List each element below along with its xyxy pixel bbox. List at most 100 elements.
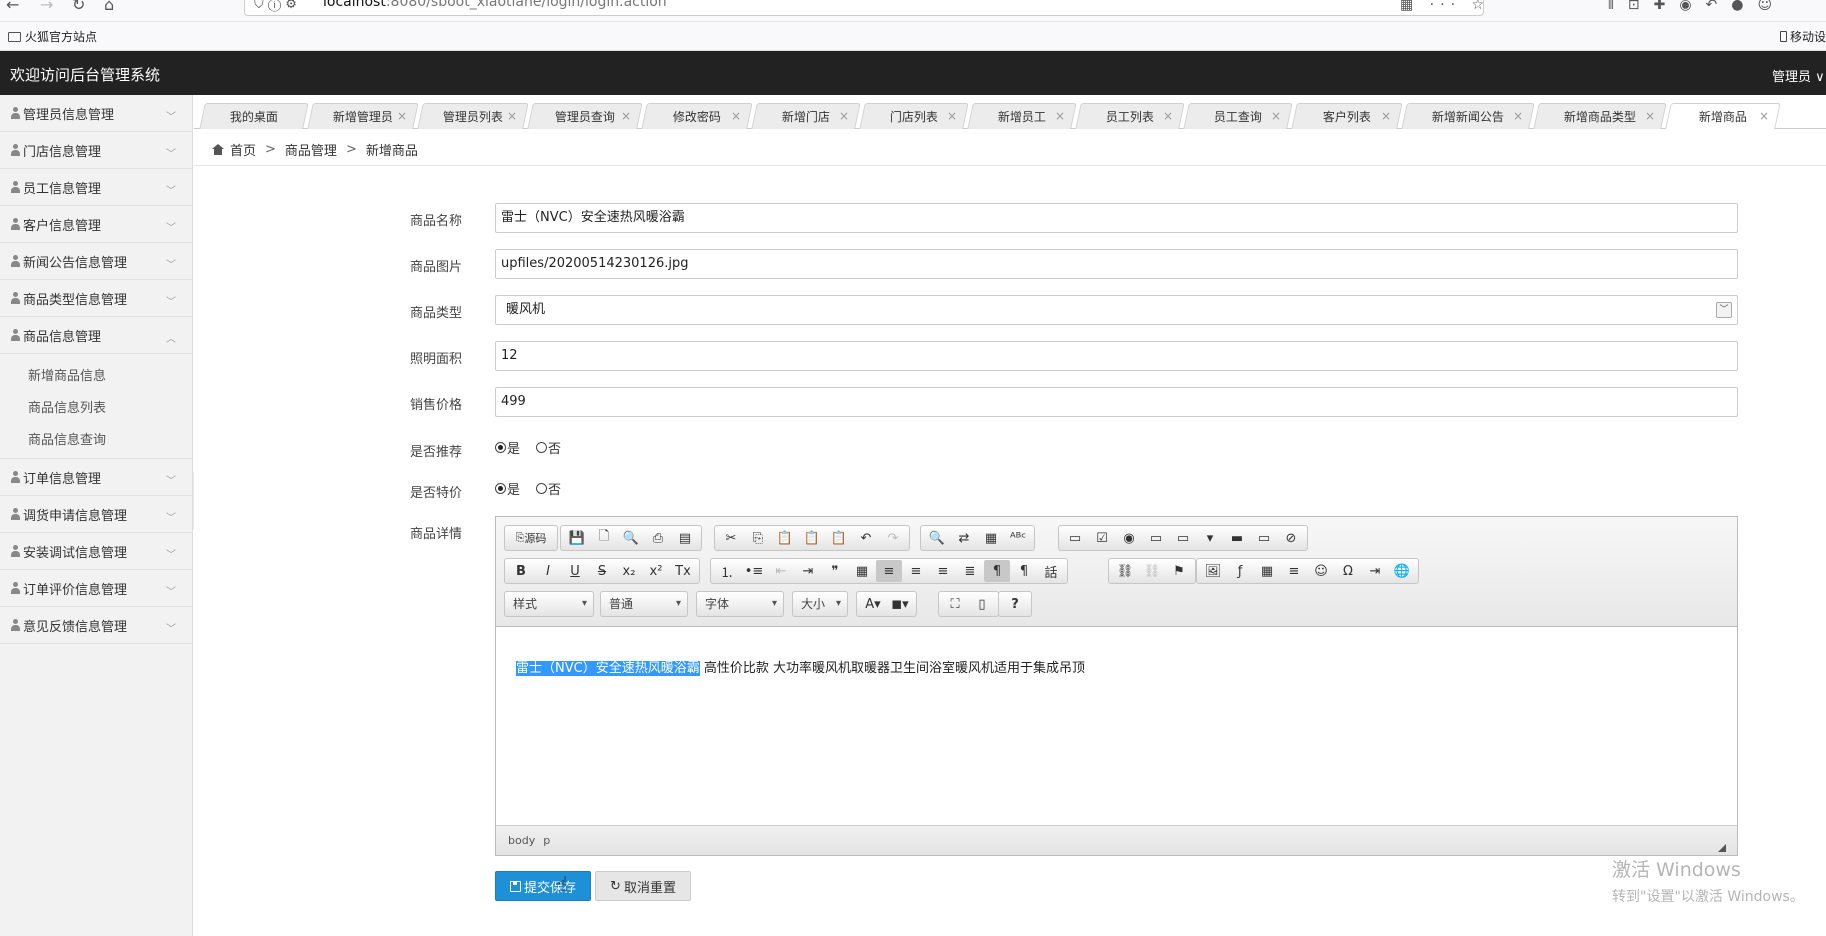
- select-field-icon[interactable]: ▾: [1197, 527, 1223, 549]
- style-combo[interactable]: 样式: [504, 591, 594, 617]
- superscript-icon[interactable]: x²: [643, 560, 669, 582]
- radio-icon[interactable]: ◉: [1116, 527, 1142, 549]
- source-button[interactable]: ⎘ 源码: [508, 527, 554, 549]
- outdent-icon[interactable]: ⇤: [768, 560, 794, 582]
- forward-icon[interactable]: →: [40, 0, 53, 13]
- bg-color-icon[interactable]: ◼▾: [887, 593, 913, 615]
- bold-icon[interactable]: B: [508, 560, 534, 582]
- special-yes-radio[interactable]: 是: [495, 479, 520, 498]
- tab-employee-list[interactable]: 员工列表 ×: [1075, 103, 1185, 129]
- reload-icon[interactable]: ↻: [72, 0, 85, 13]
- bulleted-list-icon[interactable]: •≡: [741, 560, 767, 582]
- close-icon[interactable]: ×: [947, 109, 957, 123]
- element-path-p[interactable]: p: [543, 834, 550, 847]
- anchor-icon[interactable]: ⚑: [1166, 560, 1192, 582]
- site-info-icon[interactable]: ⛉ ⓘ ⚙: [254, 0, 297, 11]
- tab-admin-list[interactable]: 管理员列表 ×: [417, 103, 529, 129]
- cut-icon[interactable]: ✂: [718, 527, 744, 549]
- product-image-input[interactable]: upfiles/20200514230126.jpg: [495, 249, 1738, 279]
- font-combo[interactable]: 字体: [696, 591, 784, 617]
- home-browser-icon[interactable]: ⌂: [104, 0, 114, 13]
- special-no-radio[interactable]: 否: [536, 479, 561, 498]
- unlink-icon[interactable]: ⛓: [1139, 560, 1165, 582]
- recommend-yes-radio[interactable]: 是: [495, 438, 520, 457]
- sidebar-item-feedback[interactable]: 意见反馈信息管理 ﹀: [0, 607, 192, 644]
- paste-word-icon[interactable]: 📋: [826, 527, 852, 549]
- image-icon[interactable]: 🖼: [1200, 560, 1226, 582]
- button-field-icon[interactable]: ▬: [1224, 527, 1250, 549]
- undo-icon[interactable]: ↶: [853, 527, 879, 549]
- browser-extension-icons[interactable]: ⫴⊡✚◉↶●☺: [1608, 0, 1786, 12]
- tab-admin-query[interactable]: 管理员查询 ×: [527, 103, 643, 129]
- close-icon[interactable]: ×: [839, 109, 849, 123]
- align-right-icon[interactable]: ≡: [930, 560, 956, 582]
- recommend-no-radio[interactable]: 否: [536, 438, 561, 457]
- tab-change-password[interactable]: 修改密码 ×: [641, 103, 753, 129]
- textfield-icon[interactable]: ▭: [1143, 527, 1169, 549]
- align-left-icon[interactable]: ≡: [876, 560, 902, 582]
- close-icon[interactable]: ×: [1271, 109, 1281, 123]
- sidebar-item-install[interactable]: 安装调试信息管理 ﹀: [0, 533, 192, 570]
- find-icon[interactable]: 🔍: [924, 527, 950, 549]
- strikethrough-icon[interactable]: S: [589, 560, 615, 582]
- form-icon[interactable]: ▭: [1062, 527, 1088, 549]
- remove-format-icon[interactable]: Tx: [670, 560, 696, 582]
- preview-icon[interactable]: 🔍: [618, 527, 644, 549]
- horizontal-rule-icon[interactable]: ≡: [1281, 560, 1307, 582]
- tab-add-news[interactable]: 新增新闻公告 ×: [1401, 103, 1535, 129]
- div-container-icon[interactable]: ▦: [849, 560, 875, 582]
- cancel-reset-button[interactable]: ↻ 取消重置: [595, 871, 691, 901]
- bookmark-firefox[interactable]: 火狐官方站点: [8, 28, 97, 45]
- help-icon[interactable]: ?: [1002, 593, 1028, 615]
- tab-store-list[interactable]: 门店列表 ×: [859, 103, 969, 129]
- format-combo[interactable]: 普通: [600, 591, 688, 617]
- address-bar[interactable]: localhost:8080/sboot_xiaotiane/login/log…: [244, 0, 1484, 16]
- submit-save-button[interactable]: 提交保存: [495, 871, 591, 901]
- close-icon[interactable]: ×: [731, 109, 741, 123]
- sidebar-item-review[interactable]: 订单评价信息管理 ﹀: [0, 570, 192, 607]
- justify-icon[interactable]: ≣: [957, 560, 983, 582]
- close-icon[interactable]: ×: [397, 109, 407, 123]
- tab-add-product[interactable]: 新增商品 ×: [1665, 103, 1781, 129]
- back-icon[interactable]: ←: [6, 0, 19, 13]
- close-icon[interactable]: ×: [507, 109, 517, 123]
- lighting-area-input[interactable]: 12: [495, 341, 1738, 371]
- close-icon[interactable]: ×: [1163, 109, 1173, 123]
- editor-content[interactable]: 雷士（NVC）安全速热风暖浴霸 高性价比款 大功率暖风机取暖器卫生间浴室暖风机适…: [496, 627, 1737, 827]
- tab-employee-query[interactable]: 员工查询 ×: [1183, 103, 1293, 129]
- copy-icon[interactable]: ⎘: [745, 527, 771, 549]
- text-color-icon[interactable]: A▾: [860, 593, 886, 615]
- tab-add-employee[interactable]: 新增员工 ×: [967, 103, 1077, 129]
- close-icon[interactable]: ×: [1513, 109, 1523, 123]
- spellcheck-icon[interactable]: ᴬᴮᶜ: [1005, 527, 1031, 549]
- close-icon[interactable]: ×: [621, 109, 631, 123]
- sidebar-item-order[interactable]: 订单信息管理 ﹀: [0, 459, 192, 496]
- breadcrumb-product-management[interactable]: 商品管理: [285, 140, 337, 159]
- product-type-select[interactable]: 暖风机 ﹀: [495, 295, 1738, 325]
- sale-price-input[interactable]: 499: [495, 387, 1738, 417]
- submenu-product-list[interactable]: 商品信息列表: [0, 390, 192, 422]
- sidebar-item-news[interactable]: 新闻公告信息管理 ﹀: [0, 243, 192, 280]
- submenu-add-product[interactable]: 新增商品信息: [0, 358, 192, 390]
- rtl-icon[interactable]: ¶: [1011, 560, 1037, 582]
- sidebar-item-customer[interactable]: 客户信息管理 ﹀: [0, 206, 192, 243]
- ltr-icon[interactable]: ¶: [984, 560, 1010, 582]
- underline-icon[interactable]: U: [562, 560, 588, 582]
- language-icon[interactable]: 話: [1038, 560, 1064, 582]
- checkbox-icon[interactable]: ☑: [1089, 527, 1115, 549]
- link-icon[interactable]: ⛓: [1112, 560, 1138, 582]
- numbered-list-icon[interactable]: ⒈: [714, 560, 740, 582]
- close-icon[interactable]: ×: [1055, 109, 1065, 123]
- sidebar-item-product[interactable]: 商品信息管理 ︿: [0, 317, 192, 354]
- sidebar-item-transfer[interactable]: 调货申请信息管理 ﹀: [0, 496, 192, 533]
- iframe-icon[interactable]: 🌐: [1389, 560, 1415, 582]
- textarea-icon[interactable]: ▭: [1170, 527, 1196, 549]
- italic-icon[interactable]: I: [535, 560, 561, 582]
- page-break-icon[interactable]: ⇥: [1362, 560, 1388, 582]
- save-doc-icon[interactable]: 💾: [564, 527, 590, 549]
- close-icon[interactable]: ×: [1645, 109, 1655, 123]
- element-path-body[interactable]: body: [508, 834, 535, 847]
- show-blocks-icon[interactable]: ▯: [969, 593, 995, 615]
- paste-icon[interactable]: 📋: [772, 527, 798, 549]
- tab-desktop[interactable]: 我的桌面: [199, 103, 309, 129]
